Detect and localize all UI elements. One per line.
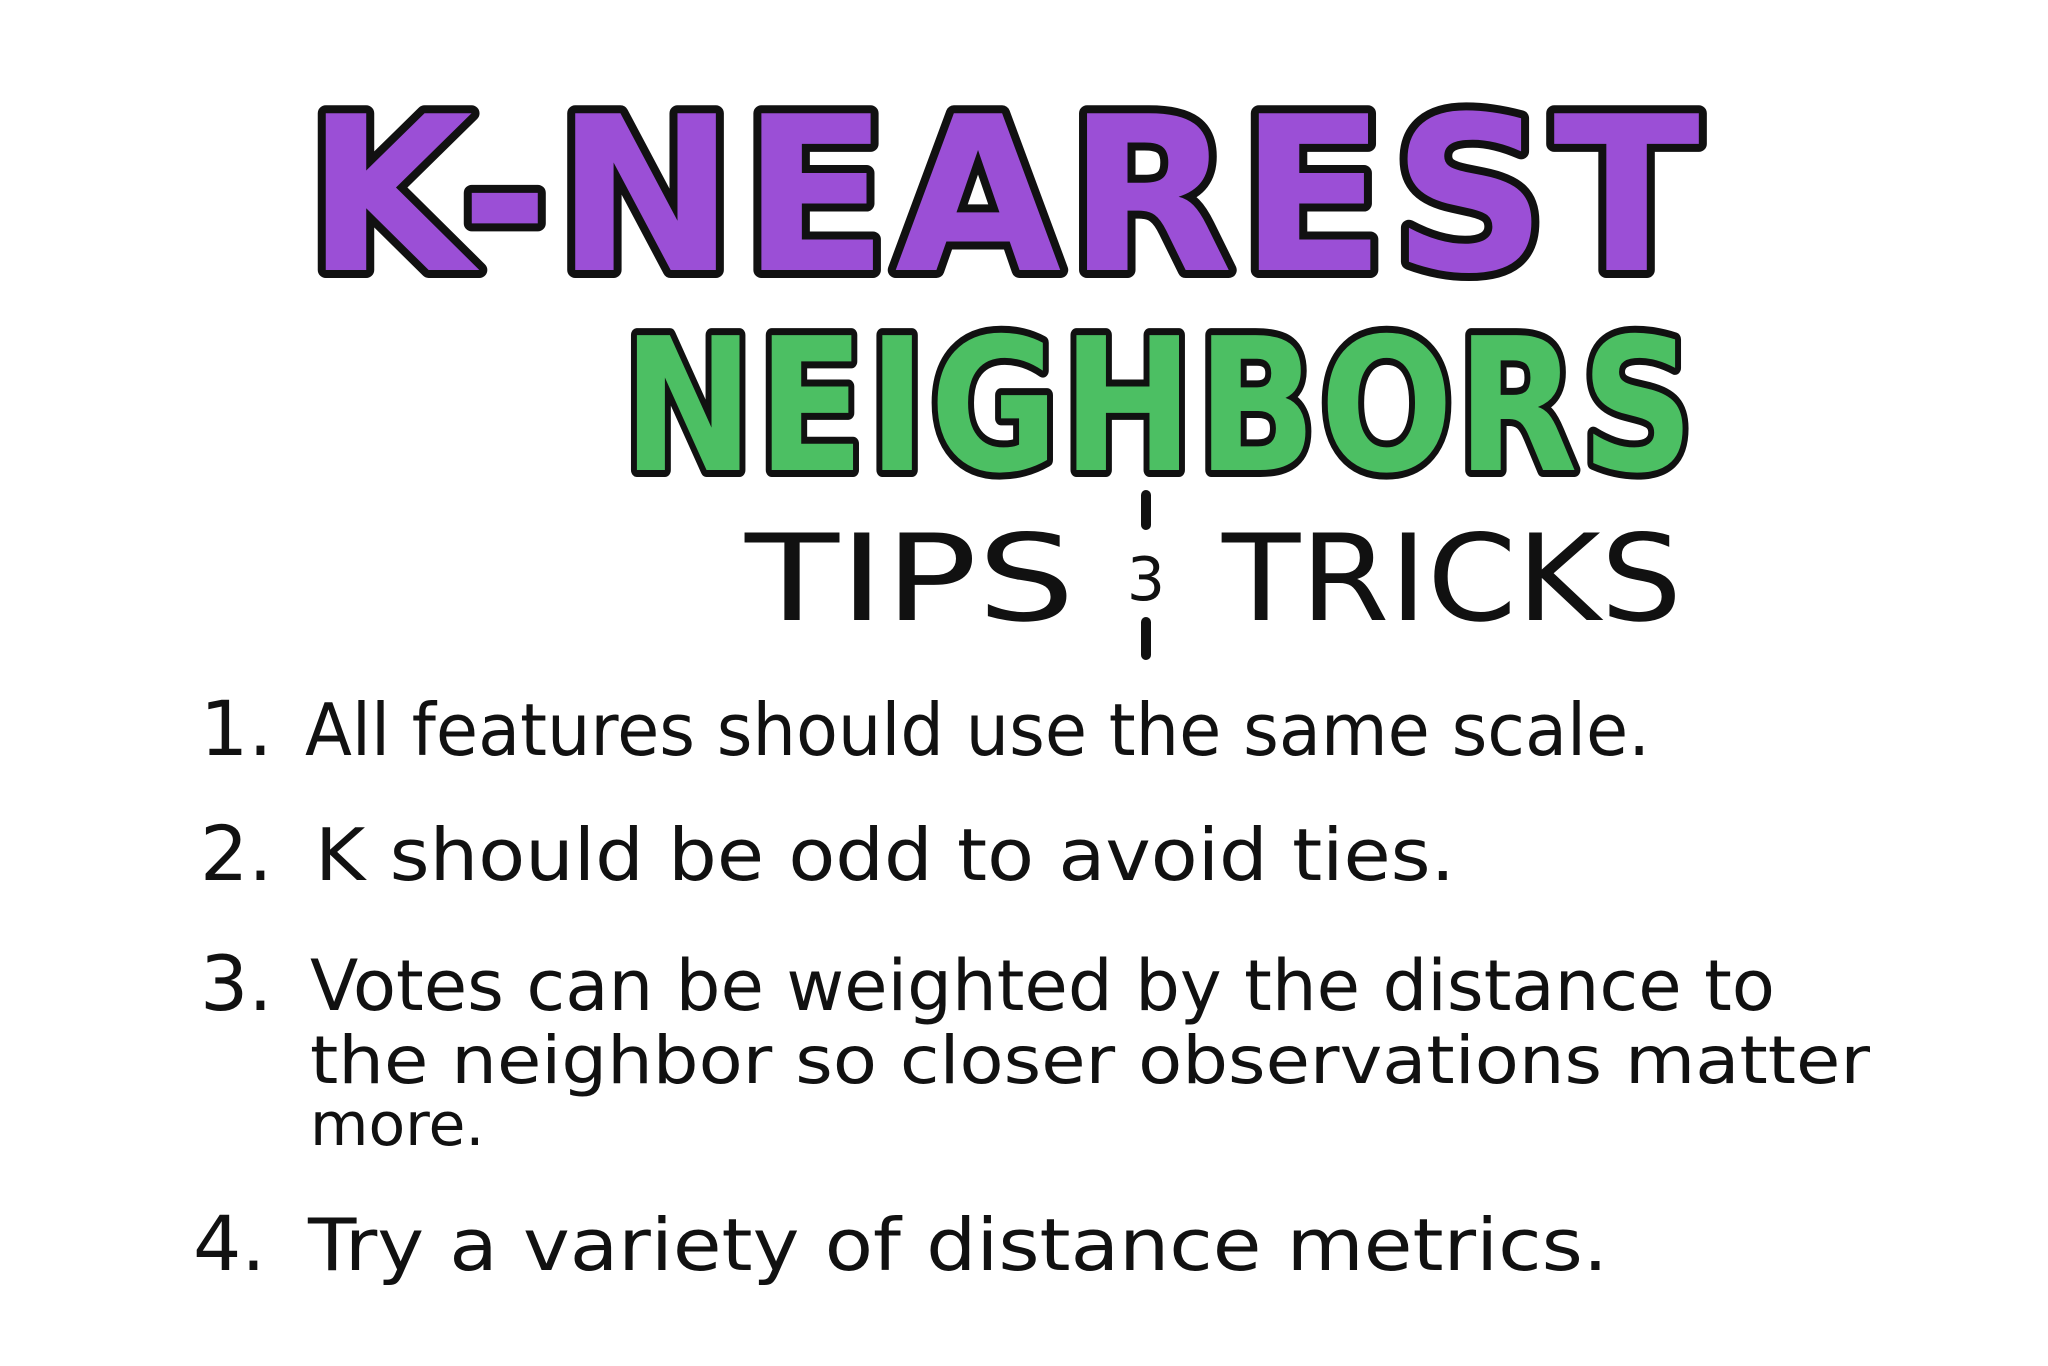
tip-number: 4. xyxy=(193,1199,266,1288)
illustration-canvas: K-NEAREST NEIGHBORS TIPS 3 TRICKS 1. All… xyxy=(193,62,1871,1288)
tip-number: 2. xyxy=(200,809,273,898)
subtitle-tricks: TRICKS xyxy=(1221,510,1682,649)
tip-number: 1. xyxy=(200,684,273,773)
tip-number: 3. xyxy=(200,939,273,1028)
tip-text-line: Try a variety of distance metrics. xyxy=(307,1203,1608,1287)
tip-item-3: 3. Votes can be weighted by the distance… xyxy=(200,939,1871,1160)
subtitle-ampersand: 3 xyxy=(1127,545,1165,615)
tip-item-1: 1. All features should use the same scal… xyxy=(200,684,1650,773)
title-line-2: NEIGHBORS xyxy=(623,298,1698,514)
tip-text-line: K should be odd to avoid ties. xyxy=(315,813,1455,897)
tip-item-2: 2. K should be odd to avoid ties. xyxy=(200,809,1455,898)
tip-text-line: more. xyxy=(310,1090,485,1160)
tip-text-line: the neighbor so closer observations matt… xyxy=(310,1022,1871,1099)
tip-text-line: All features should use the same scale. xyxy=(305,688,1650,772)
tip-text-line: Votes can be weighted by the distance to xyxy=(310,945,1775,1027)
ampersand-divider: 3 xyxy=(1127,490,1165,660)
subtitle-tips: TIPS xyxy=(744,510,1075,649)
title-line-1: K-NEAREST xyxy=(306,70,1706,321)
tip-item-4: 4. Try a variety of distance metrics. xyxy=(193,1199,1608,1288)
